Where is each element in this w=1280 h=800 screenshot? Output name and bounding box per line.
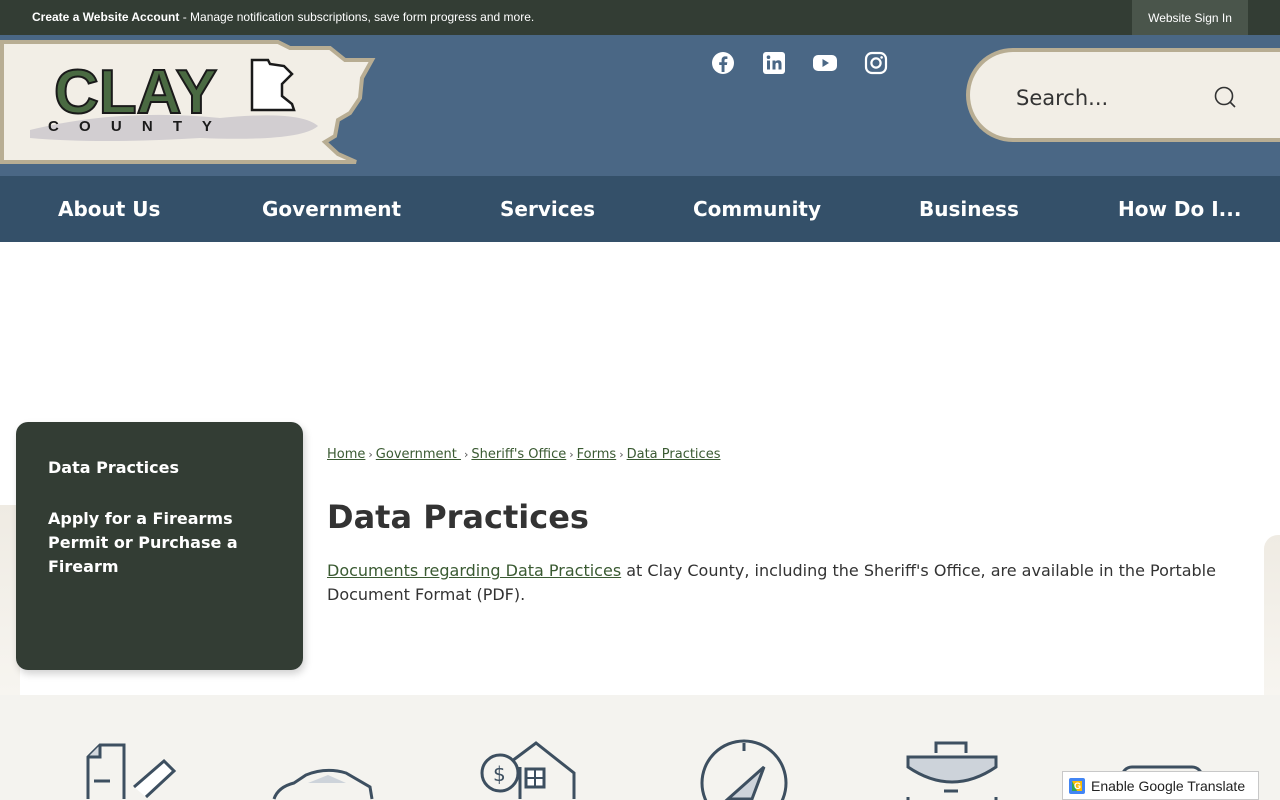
breadcrumb-government[interactable]: Government (376, 447, 461, 462)
vehicle-icon[interactable] (272, 737, 378, 800)
breadcrumb-forms[interactable]: Forms (577, 447, 617, 462)
svg-text:$: $ (493, 762, 506, 786)
side-nav: Data Practices Apply for a Firearms Perm… (16, 422, 303, 670)
breadcrumb-separator: › (368, 448, 373, 461)
logo-title: CLAY (54, 58, 217, 127)
data-practices-documents-link[interactable]: Documents regarding Data Practices (327, 561, 621, 580)
search-icon[interactable] (1210, 82, 1242, 114)
instagram-icon[interactable] (863, 50, 889, 76)
breadcrumb-separator: › (464, 448, 469, 461)
nav-item-about-us[interactable]: About Us (58, 176, 160, 242)
account-banner-tagline: - Manage notification subscriptions, sav… (179, 10, 535, 24)
search-input[interactable] (1016, 80, 1196, 116)
google-translate-button[interactable]: G Enable Google Translate (1062, 771, 1259, 800)
content-backdrop-right (1264, 535, 1280, 695)
breadcrumb-data-practices[interactable]: Data Practices (627, 447, 721, 462)
youtube-icon[interactable] (812, 50, 838, 76)
property-tax-icon[interactable]: $ (476, 737, 596, 800)
logo-subtitle: C O U N T Y (48, 118, 220, 135)
account-banner[interactable]: Create a Website Account - Manage notifi… (32, 10, 534, 24)
linkedin-icon[interactable] (761, 50, 787, 76)
nav-item-community[interactable]: Community (693, 176, 821, 242)
page-body: Documents regarding Data Practices at Cl… (327, 559, 1227, 607)
breadcrumb-separator: › (569, 448, 574, 461)
breadcrumb-sheriffs-office[interactable]: Sheriff's Office (471, 447, 566, 462)
breadcrumb-separator: › (619, 448, 624, 461)
search-box (966, 48, 1280, 142)
breadcrumb-home[interactable]: Home (327, 447, 365, 462)
breadcrumb: Home › Government › Sheriff's Office › Forms ›… (327, 447, 720, 462)
nav-item-services[interactable]: Services (500, 176, 595, 242)
top-bar: Create a Website Account - Manage notifi… (0, 0, 1280, 35)
compass-icon[interactable] (698, 737, 790, 800)
create-account-link[interactable]: Create a Website Account (32, 10, 179, 24)
google-translate-label: Enable Google Translate (1091, 777, 1246, 794)
jobs-icon[interactable] (904, 737, 1000, 800)
svg-text:G: G (1074, 781, 1081, 791)
clay-county-logo[interactable]: CLAY C O U N T Y (0, 38, 380, 168)
nav-item-government[interactable]: Government (262, 176, 401, 242)
nav-item-business[interactable]: Business (919, 176, 1019, 242)
side-nav-item-data-practices[interactable]: Data Practices (48, 456, 268, 480)
side-nav-item-firearms-permit[interactable]: Apply for a Firearms Permit or Purchase … (48, 507, 248, 579)
facebook-icon[interactable] (710, 50, 736, 76)
main-nav: About Us Government Services Community B… (0, 176, 1280, 242)
nav-item-how-do-i[interactable]: How Do I... (1118, 176, 1241, 242)
page-title: Data Practices (327, 498, 589, 536)
google-translate-icon: G (1069, 777, 1085, 794)
website-sign-in-button[interactable]: Website Sign In (1132, 0, 1248, 35)
forms-icon[interactable] (84, 737, 180, 800)
